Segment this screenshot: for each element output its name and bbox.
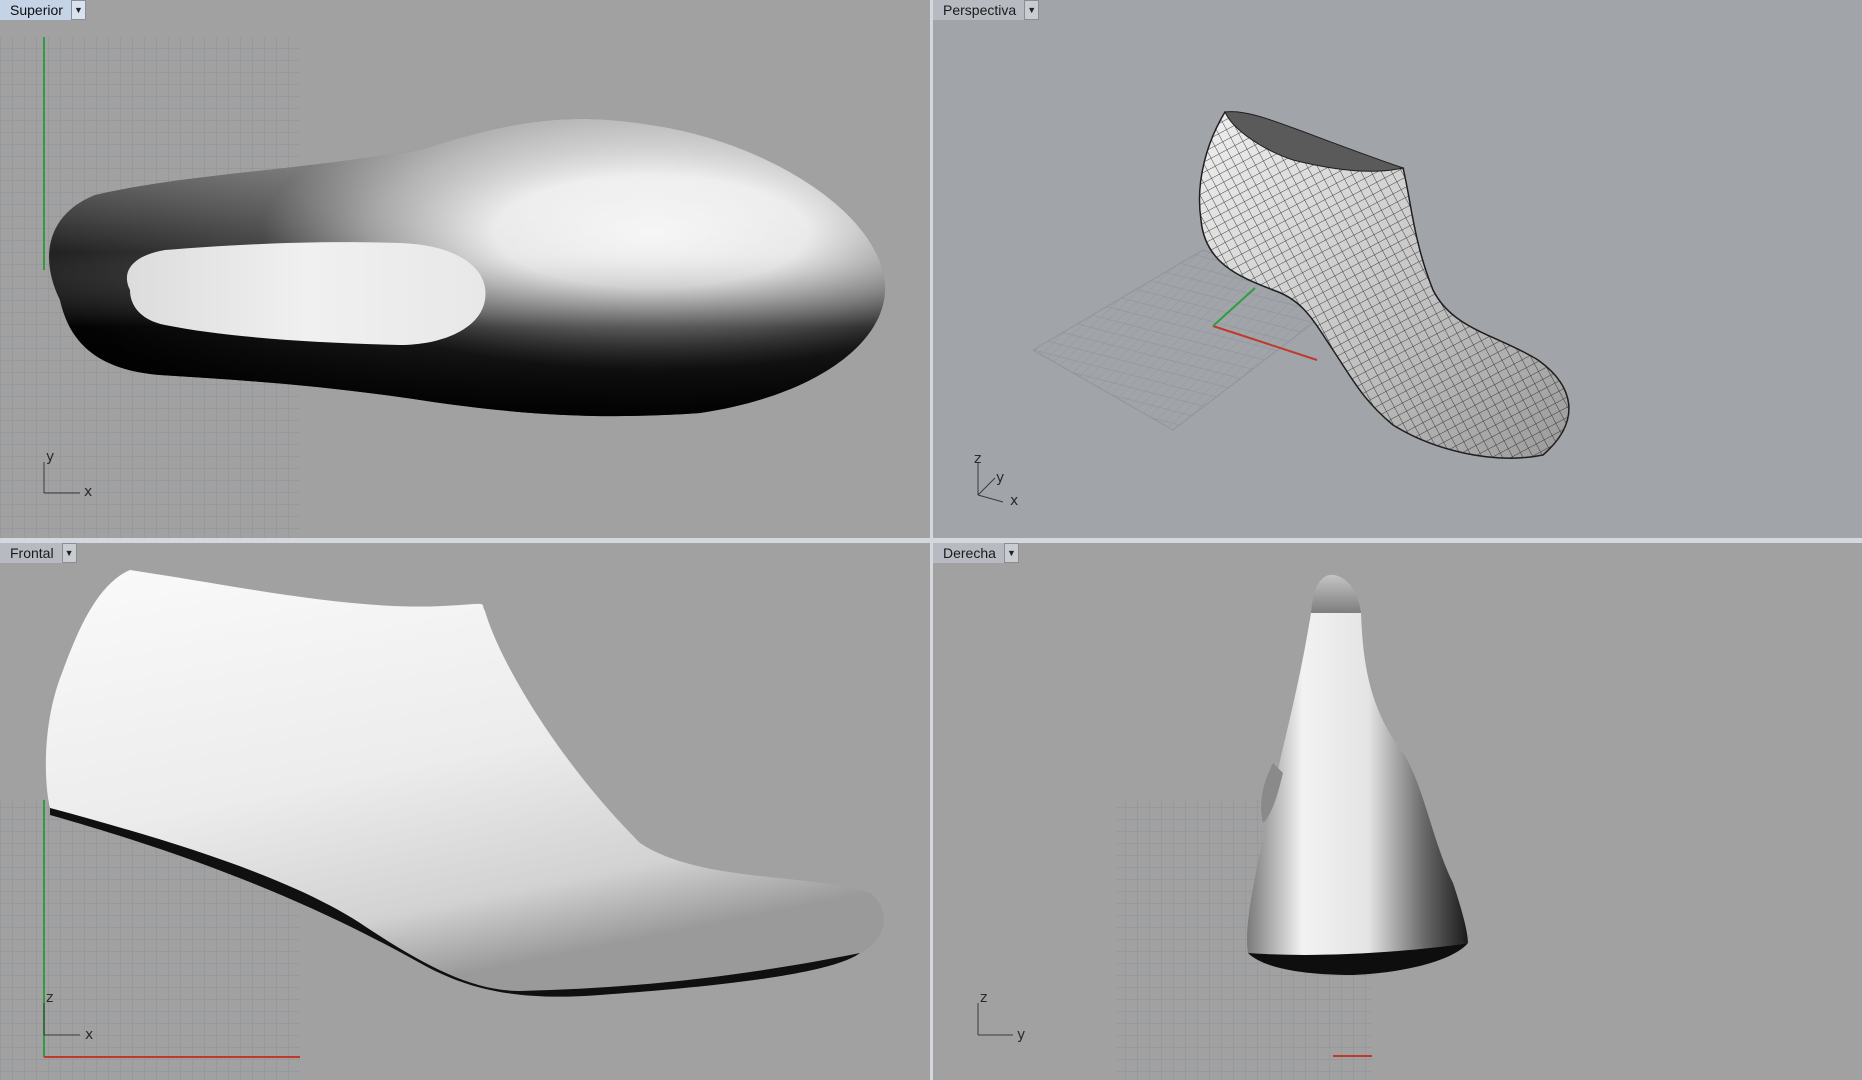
viewport-label[interactable]: Superior [0,0,72,20]
viewport-superior[interactable]: y x Superior ▼ [0,0,930,538]
derecha-scene[interactable] [933,543,1862,1080]
triangle-down-icon[interactable]: ▼ [1025,0,1040,20]
viewport-title-superior[interactable]: Superior ▼ [0,0,86,20]
viewport-title-frontal[interactable]: Frontal ▼ [0,543,77,563]
viewport-title-derecha[interactable]: Derecha ▼ [933,543,1019,563]
shoe-last-back-view[interactable] [1247,574,1468,975]
perspectiva-scene[interactable] [933,0,1862,538]
viewport-label[interactable]: Derecha [933,543,1005,563]
viewport-frontal[interactable]: z x Frontal ▼ [0,543,930,1080]
axis-indicator-perspectiva [977,462,1004,503]
viewport-derecha[interactable]: z y Derecha ▼ [933,543,1862,1080]
axis-indicator-derecha [977,1003,1013,1036]
triangle-down-icon[interactable]: ▼ [71,0,86,20]
viewport-label[interactable]: Frontal [0,543,63,563]
viewport-layout: y x Superior ▼ z y x Perspectiva ▼ z x F… [0,0,1862,1080]
frontal-scene[interactable] [0,543,930,1080]
triangle-down-icon[interactable]: ▼ [1004,543,1019,563]
triangle-down-icon[interactable]: ▼ [62,543,77,563]
superior-scene[interactable] [0,0,930,538]
viewport-perspectiva[interactable]: z y x Perspectiva ▼ [933,0,1862,538]
viewport-title-perspectiva[interactable]: Perspectiva ▼ [933,0,1040,20]
viewport-label[interactable]: Perspectiva [933,0,1026,20]
